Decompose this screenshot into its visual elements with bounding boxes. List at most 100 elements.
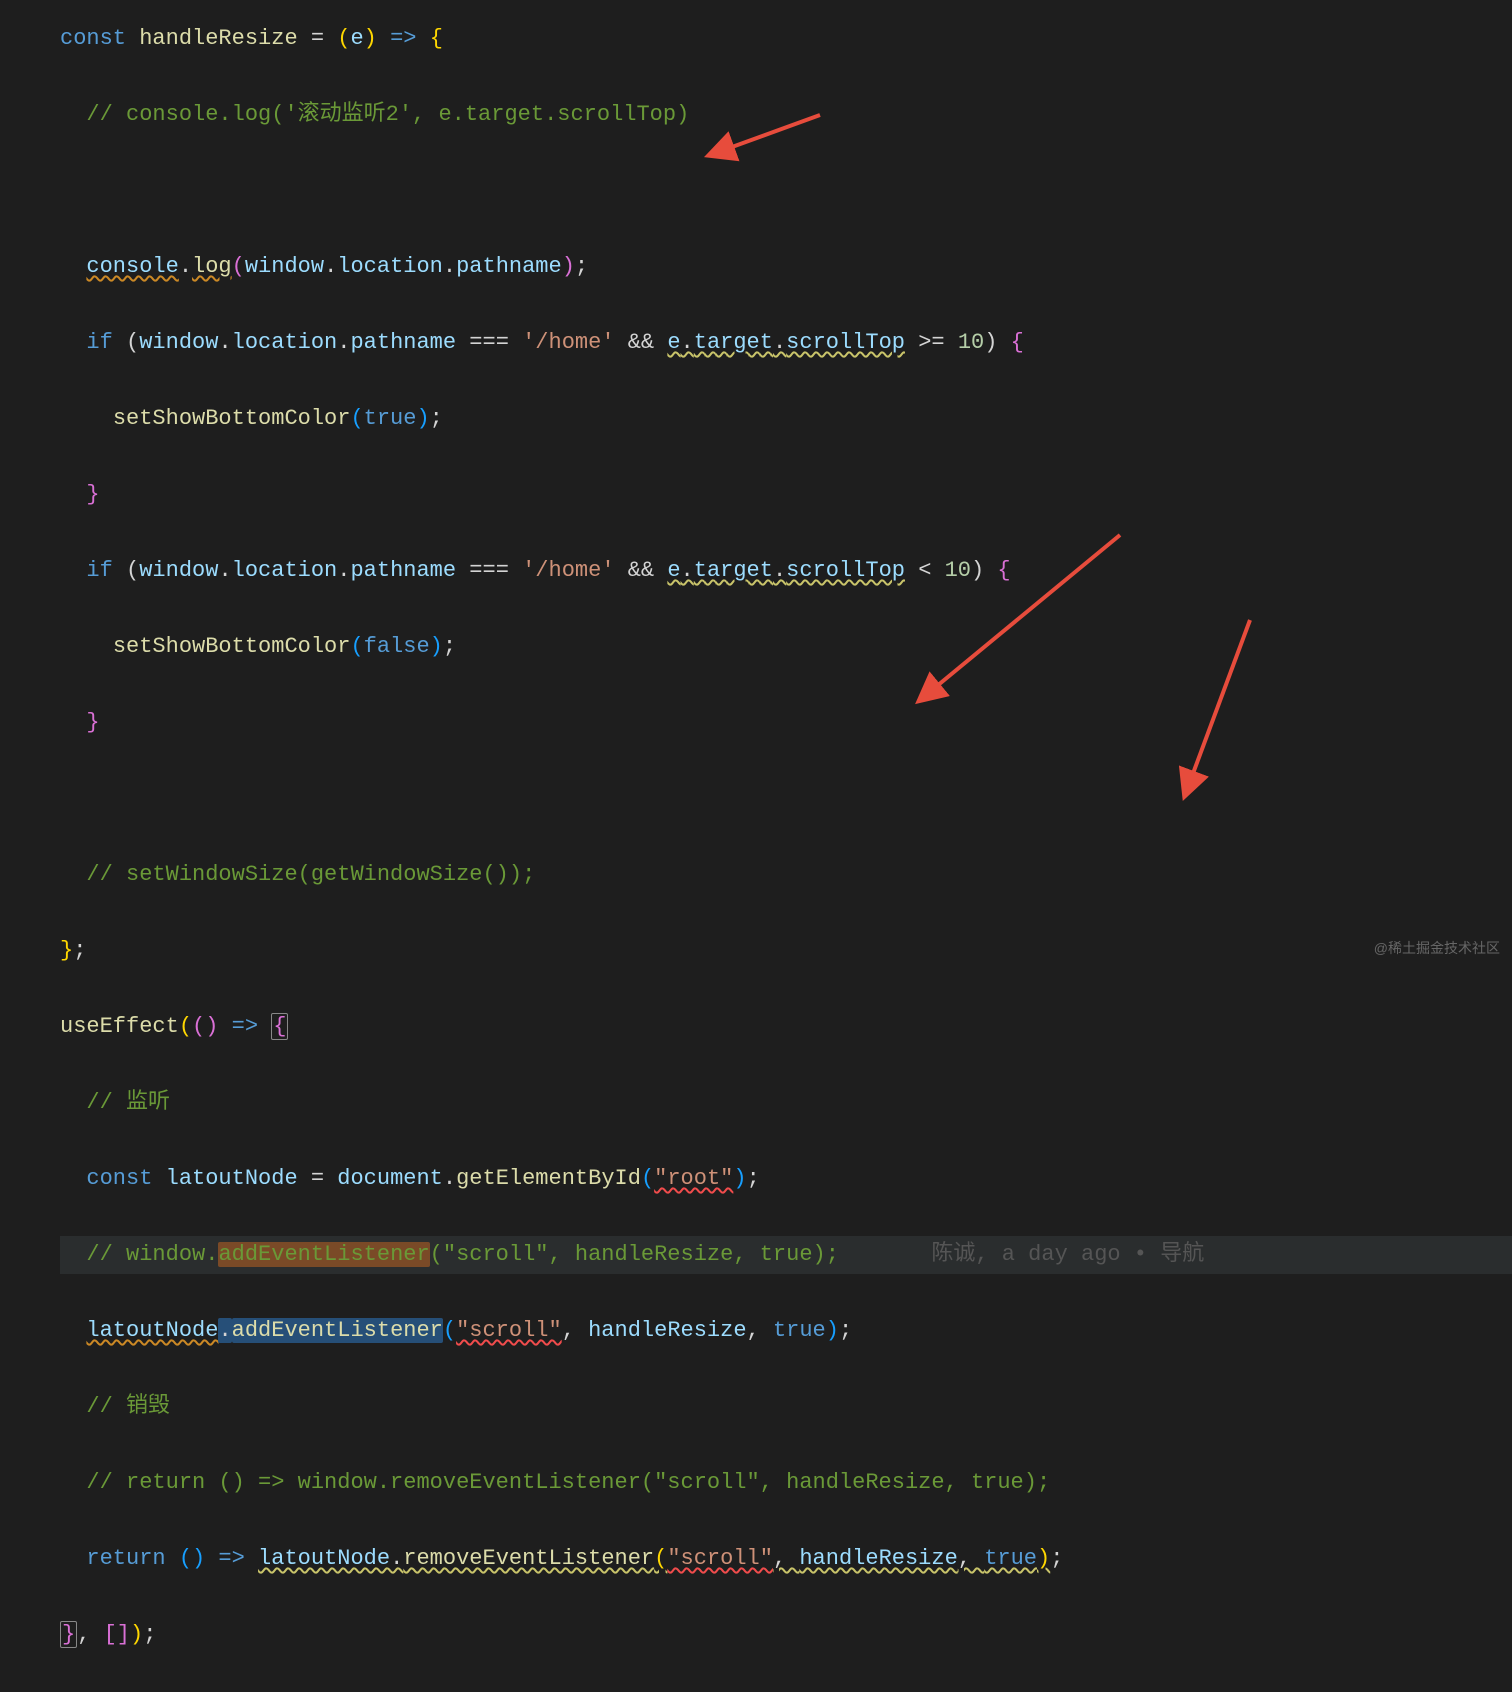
dot: . — [218, 1318, 231, 1343]
dot: . — [443, 254, 456, 279]
paren-close: ) — [430, 634, 443, 659]
call-useeffect: useEffect — [60, 1014, 179, 1039]
semicolon: ; — [73, 938, 86, 963]
paren-open: ( — [350, 634, 363, 659]
string-scroll: "scroll" — [667, 1546, 773, 1571]
ident-latoutnode: latoutNode — [258, 1546, 390, 1571]
brace-close: } — [60, 1621, 77, 1648]
paren-close: ) — [364, 26, 377, 51]
ident-handleresize: handleResize — [799, 1546, 957, 1571]
comment: // setWindowSize(getWindowSize()); — [86, 862, 535, 887]
git-blame: 陈诚, a day ago • 导航 — [931, 1242, 1204, 1267]
paren-open: ( — [654, 1546, 667, 1571]
keyword-const: const — [60, 26, 126, 51]
paren-close: ) — [192, 1546, 205, 1571]
paren-open: ( — [641, 1166, 654, 1191]
ident-console: console — [86, 254, 178, 279]
paren-open: ( — [232, 254, 245, 279]
method-log: log — [192, 254, 232, 279]
op-and: && — [615, 330, 668, 355]
paren-close: ) — [826, 1318, 839, 1343]
var-latoutnode: latoutNode — [166, 1166, 298, 1191]
bool-true: true — [984, 1546, 1037, 1571]
op-eqeqeq: === — [456, 330, 522, 355]
ident-document: document — [337, 1166, 443, 1191]
ident-e: e — [667, 558, 680, 583]
dot: . — [773, 330, 786, 355]
op-gte: >= — [905, 330, 958, 355]
method-removeeventlistener: removeEventListener — [403, 1546, 654, 1571]
string-scroll: "scroll" — [456, 1318, 562, 1343]
brace-close: } — [86, 482, 99, 507]
arrow: => — [205, 1546, 258, 1571]
string-home: '/home' — [522, 330, 614, 355]
paren-close: ) — [1037, 1546, 1050, 1571]
op-lt: < — [905, 558, 945, 583]
ident-window: window — [245, 254, 324, 279]
semicolon: ; — [839, 1318, 852, 1343]
brace-open: { — [1011, 330, 1024, 355]
brace-close: } — [86, 710, 99, 735]
method-getelementbyid: getElementById — [456, 1166, 641, 1191]
dot: . — [218, 330, 231, 355]
call-setshowbottomcolor: setShowBottomColor — [113, 634, 351, 659]
string-root: "root" — [654, 1166, 733, 1191]
comment: // return () => window.removeEventListen… — [86, 1470, 1050, 1495]
keyword-return: return — [86, 1546, 165, 1571]
semicolon: ; — [747, 1166, 760, 1191]
prop-location: location — [232, 558, 338, 583]
paren-open: ( — [192, 1014, 205, 1039]
prop-pathname: pathname — [456, 254, 562, 279]
paren-close: ) — [971, 558, 997, 583]
comma: , — [562, 1318, 588, 1343]
semicolon: ; — [143, 1622, 156, 1647]
prop-target: target — [694, 558, 773, 583]
dot: . — [337, 330, 350, 355]
brace-open: { — [430, 26, 443, 51]
bool-false: false — [364, 634, 430, 659]
paren-open: ( — [350, 406, 363, 431]
paren-close: ) — [416, 406, 429, 431]
space — [166, 1546, 179, 1571]
arrow: => — [377, 26, 430, 51]
method-addeventlistener: addEventListener — [232, 1318, 443, 1343]
comment: // window.addEventListener("scroll", han… — [86, 1242, 839, 1267]
string-home: '/home' — [522, 558, 614, 583]
paren-close: ) — [733, 1166, 746, 1191]
dot: . — [179, 254, 192, 279]
number-10: 10 — [945, 558, 971, 583]
dot: . — [324, 254, 337, 279]
code-block: const handleResize = ( e) => { // console… — [60, 20, 1512, 1692]
semicolon: ; — [1050, 1546, 1063, 1571]
op-eq: = — [298, 26, 338, 51]
call-setshowbottomcolor: setShowBottomColor — [113, 406, 351, 431]
comment-destroy: // 销毁 — [86, 1394, 170, 1419]
comma: , — [747, 1318, 773, 1343]
comma: , — [773, 1546, 799, 1571]
prop-scrolltop: scrollTop — [786, 330, 905, 355]
paren-close: ) — [130, 1622, 143, 1647]
paren-open: ( — [443, 1318, 456, 1343]
comment: // console.log('滚动监听2', e.target.scrollT… — [86, 102, 689, 127]
ident-window: window — [139, 330, 218, 355]
semicolon: ; — [430, 406, 443, 431]
paren-close: ) — [984, 330, 1010, 355]
paren-close: ) — [205, 1014, 218, 1039]
brace-open: { — [997, 558, 1010, 583]
empty-array: [] — [104, 1622, 130, 1647]
dot: . — [773, 558, 786, 583]
comment-listen: // 监听 — [86, 1090, 170, 1115]
function-name: handleResize — [139, 26, 297, 51]
keyword-const: const — [86, 1166, 152, 1191]
arrow: => — [218, 1014, 271, 1039]
brace-close: } — [60, 938, 73, 963]
paren-close: ) — [562, 254, 575, 279]
param-e: e — [350, 26, 363, 51]
prop-pathname: pathname — [350, 558, 456, 583]
dot: . — [218, 558, 231, 583]
ident-latoutnode: latoutNode — [86, 1318, 218, 1343]
bool-true: true — [773, 1318, 826, 1343]
ident-handleresize: handleResize — [588, 1318, 746, 1343]
semicolon: ; — [575, 254, 588, 279]
op-eqeqeq: === — [456, 558, 522, 583]
